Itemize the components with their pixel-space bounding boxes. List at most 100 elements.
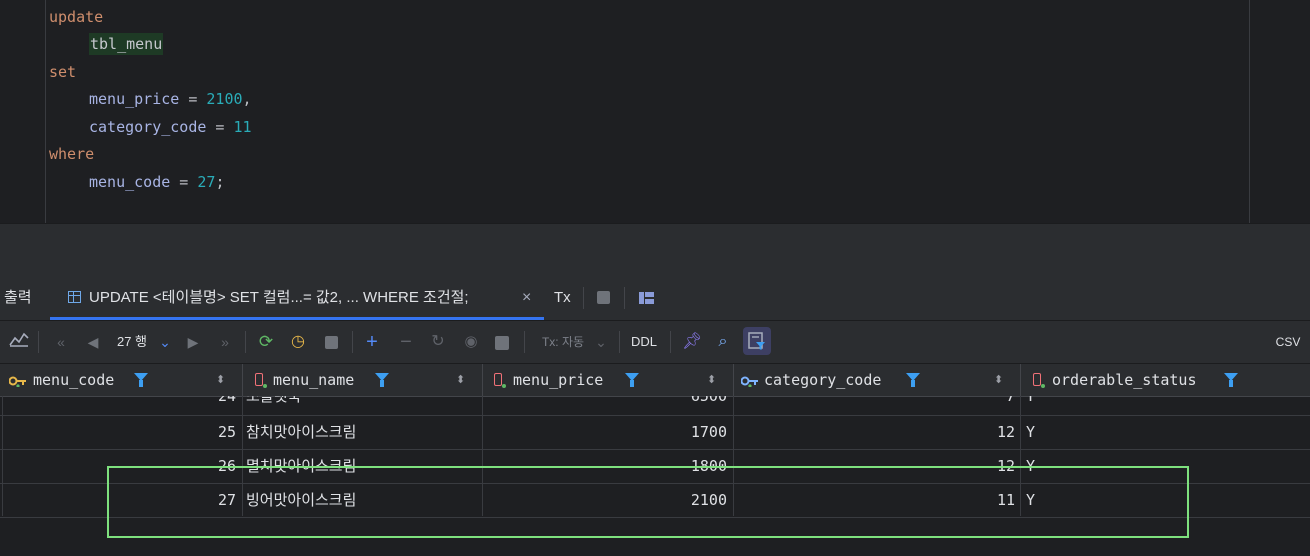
column-header-menu-price[interactable]: menu_price: [513, 364, 603, 396]
filter-icon[interactable]: [1224, 373, 1238, 387]
chevron-down-icon[interactable]: ⌄: [595, 330, 607, 354]
code-line-update: update: [49, 8, 104, 26]
filter-toggle-button[interactable]: [743, 327, 771, 355]
column-icon: [494, 373, 506, 388]
sort-icon[interactable]: ⬍: [994, 364, 1003, 396]
column-header-menu-name[interactable]: menu_name: [273, 364, 354, 396]
separator: [38, 331, 39, 353]
refresh-icon[interactable]: ⟳: [256, 330, 276, 354]
separator: [670, 331, 671, 353]
cell-menu-name[interactable]: 참치맛아이스크림: [246, 416, 356, 449]
column-icon: [255, 373, 267, 388]
column-icon: [1033, 373, 1045, 388]
separator: [624, 287, 625, 309]
filter-icon[interactable]: [906, 373, 920, 387]
table-row[interactable]: 24 소블렛쿡 6500 7 Y: [0, 396, 1310, 413]
number-token: 2100: [206, 90, 243, 108]
chart-icon[interactable]: [8, 330, 30, 354]
separator: [352, 331, 353, 353]
next-page-icon[interactable]: ▶: [184, 330, 202, 354]
row-count-label[interactable]: 27 행: [112, 330, 152, 354]
filter-icon[interactable]: [375, 373, 389, 387]
history-icon[interactable]: ◷: [288, 330, 308, 354]
sql-editor[interactable]: update tbl_menu set menu_price = 2100, c…: [0, 0, 1310, 223]
sort-icon[interactable]: ⬍: [216, 364, 225, 396]
export-format-dropdown[interactable]: CSV: [1274, 330, 1302, 354]
gutter-divider: [45, 0, 46, 223]
code-line-menu-price: menu_price = 2100,: [89, 87, 252, 111]
chevron-down-icon[interactable]: ⌄: [158, 330, 172, 354]
stop-query-icon[interactable]: [325, 336, 338, 349]
cell-menu-code[interactable]: 25: [0, 416, 236, 449]
tx-mode-dropdown[interactable]: Tx: 자동: [537, 330, 589, 354]
pin-icon[interactable]: 📌︎: [682, 330, 702, 354]
separator: [583, 287, 584, 309]
operator-token: =: [179, 90, 207, 108]
tab-tx[interactable]: Tx: [554, 276, 571, 320]
updated-row-highlight-box: [107, 466, 1189, 538]
prev-page-icon[interactable]: ◀: [84, 330, 102, 354]
remove-row-icon[interactable]: −: [396, 330, 416, 354]
cell-menu-price[interactable]: 6500: [484, 396, 727, 413]
column-token: menu_price: [89, 90, 180, 108]
cell-menu-price[interactable]: 1700: [484, 416, 727, 449]
active-tab-indicator: [50, 317, 544, 320]
search-icon[interactable]: ⌕: [713, 330, 733, 354]
eye-icon[interactable]: ◉: [460, 330, 482, 354]
table-row[interactable]: 25 참치맛아이스크림 1700 12 Y: [0, 416, 1310, 450]
cell-orderable-status[interactable]: Y: [1026, 416, 1035, 449]
cell-menu-name[interactable]: 소블렛쿡: [246, 396, 301, 413]
table-grid-icon: [68, 291, 81, 303]
stop-icon[interactable]: [597, 291, 610, 304]
column-header-category-code[interactable]: category_code: [764, 364, 881, 396]
foreign-key-icon: [740, 374, 758, 388]
services-tabs-bar: 출력 UPDATE <테이블명> SET 컬럼...= 값2, ... WHER…: [0, 276, 1310, 321]
tab-output[interactable]: 출력: [4, 276, 32, 320]
operator-token: =: [206, 118, 234, 136]
separator: [245, 331, 246, 353]
code-line-table: tbl_menu: [89, 32, 164, 56]
column-header-menu-code[interactable]: menu_code: [33, 364, 114, 396]
column-divider[interactable]: [733, 364, 734, 396]
close-icon[interactable]: ×: [522, 276, 531, 320]
punct-token: ,: [242, 90, 252, 108]
sort-icon[interactable]: ⬍: [456, 364, 465, 396]
first-page-icon[interactable]: «: [52, 330, 70, 354]
cell-orderable-status[interactable]: Y: [1026, 396, 1035, 413]
operator-token: =: [170, 173, 198, 191]
code-line-category-code: category_code = 11: [89, 115, 252, 139]
code-line-where: where: [49, 145, 95, 163]
tab-query-result[interactable]: UPDATE <테이블명> SET 컬럼...= 값2, ... WHERE 조…: [68, 276, 469, 320]
cell-menu-code[interactable]: 24: [0, 396, 236, 413]
cell-category-code[interactable]: 7: [735, 396, 1015, 413]
last-page-icon[interactable]: »: [216, 330, 234, 354]
ddl-button[interactable]: DDL: [629, 330, 659, 354]
code-line-set: set: [49, 63, 77, 81]
layout-icon[interactable]: [639, 292, 654, 304]
column-divider[interactable]: [1020, 364, 1021, 396]
table-row-clipped[interactable]: 24 소블렛쿡 6500 7 Y: [0, 396, 1310, 416]
right-margin-guide: [1249, 0, 1250, 223]
column-token: menu_code: [89, 173, 171, 191]
column-token: category_code: [89, 118, 207, 136]
sort-icon[interactable]: ⬍: [707, 364, 716, 396]
filter-icon[interactable]: [134, 373, 148, 387]
table-header: menu_code ⬍ menu_name ⬍ menu_price ⬍ cat…: [0, 364, 1310, 397]
punct-token: ;: [215, 173, 225, 191]
revert-icon[interactable]: ↻: [428, 330, 448, 354]
filter-icon[interactable]: [625, 373, 639, 387]
cell-category-code[interactable]: 12: [735, 416, 1015, 449]
column-header-orderable-status[interactable]: orderable_status: [1052, 364, 1197, 396]
code-line-menu-code: menu_code = 27;: [89, 170, 224, 194]
column-divider[interactable]: [242, 364, 243, 396]
separator: [524, 331, 525, 353]
panel-splitter[interactable]: [0, 223, 1310, 276]
tab-query-label: UPDATE <테이블명> SET 컬럼...= 값2, ... WHERE 조…: [89, 289, 469, 306]
primary-key-icon: [8, 374, 26, 388]
separator: [619, 331, 620, 353]
add-row-icon[interactable]: +: [362, 330, 382, 354]
number-token: 27: [197, 173, 216, 191]
save-icon[interactable]: [495, 336, 509, 350]
number-token: 11: [233, 118, 252, 136]
column-divider[interactable]: [482, 364, 483, 396]
